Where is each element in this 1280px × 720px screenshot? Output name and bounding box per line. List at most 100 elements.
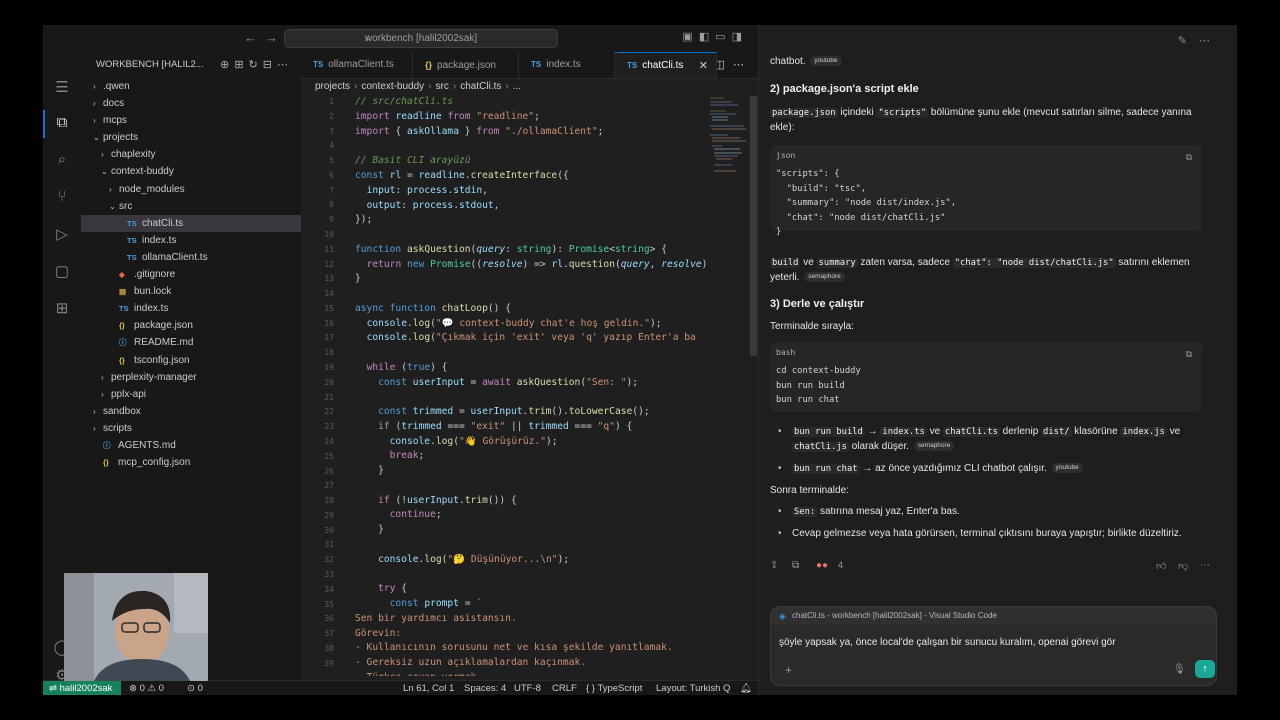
forward-arrow-icon[interactable]: → <box>265 30 278 45</box>
tree-file[interactable]: TS index.ts <box>81 300 301 317</box>
tree-folder[interactable]: › sandbox <box>81 403 301 420</box>
minimap[interactable] <box>710 96 748 176</box>
after-json-a: zaten varsa, sadece <box>857 257 953 268</box>
chevron-right-icon: › <box>505 81 509 92</box>
tree-file[interactable]: TS ollamaClient.ts <box>81 249 301 266</box>
tree-folder[interactable]: › perplexity-manager <box>81 369 301 386</box>
send-button[interactable]: ↑ <box>1195 660 1215 678</box>
attached-context[interactable]: ◈ chatCli.ts - workbench [halil2002sak] … <box>771 607 1216 625</box>
notifications-bell-icon[interactable]: 🔔︎ <box>740 681 752 695</box>
list-item: • Sen: satırına mesaj yaz, Enter'a bas. <box>778 506 960 517</box>
extensions-icon[interactable]: ⊞ <box>52 299 72 319</box>
editor-tab[interactable]: TS index.ts <box>519 52 615 78</box>
copy-icon[interactable]: ⧉ <box>1186 347 1192 362</box>
sources-icon[interactable]: ●● <box>816 560 828 571</box>
editor-scrollbar[interactable] <box>750 96 757 356</box>
tree-item-label: AGENTS.md <box>118 439 176 451</box>
ports-indicator[interactable]: ⊙ 0 <box>187 681 203 695</box>
thumbs-up-icon[interactable]: 👍︎ <box>1156 560 1166 572</box>
more-icon[interactable]: ⋯ <box>1199 35 1222 47</box>
tree-folder[interactable]: › .qwen <box>81 78 301 95</box>
tree-folder[interactable]: ⌄ context-buddy <box>81 163 301 180</box>
inline-code: bun run build <box>792 427 865 437</box>
source-pill[interactable]: youtube <box>1051 463 1083 474</box>
cursor-position[interactable]: Ln 61, Col 1 <box>403 681 454 695</box>
inline-code: index.ts <box>880 427 927 437</box>
webcam-person-image <box>64 573 208 681</box>
tree-file[interactable]: TS chatCli.ts <box>81 214 301 232</box>
tree-folder[interactable]: › mcps <box>81 112 301 129</box>
breadcrumb-item[interactable]: projects <box>315 81 350 92</box>
chat-input-field[interactable]: şöyle yapsak ya, önce local'de çalışan b… <box>779 637 1116 648</box>
tree-file[interactable]: ◆ .gitignore <box>81 266 301 283</box>
tree-folder[interactable]: › docs <box>81 95 301 112</box>
copy-icon[interactable]: ⧉ <box>1186 150 1192 165</box>
share-icon[interactable]: ⇪ <box>770 560 778 571</box>
close-icon[interactable]: ✕ <box>699 53 708 79</box>
tree-folder[interactable]: ⌄ src <box>81 198 301 215</box>
source-pill[interactable]: semaphore <box>804 271 845 282</box>
tree-file[interactable]: {} mcp_config.json <box>81 454 301 471</box>
editor-tab[interactable]: {} package.json <box>413 52 519 78</box>
edit-icon[interactable]: ✎ <box>1178 35 1199 47</box>
remote-explorer-icon[interactable]: ▢ <box>52 262 72 282</box>
encoding[interactable]: UTF-8 <box>514 681 541 695</box>
more-icon[interactable]: ⋯ <box>1200 560 1210 571</box>
microphone-icon[interactable]: 🎙︎ <box>1173 664 1186 675</box>
keyboard-layout[interactable]: Layout: Turkish Q <box>656 681 730 695</box>
explorer-actions[interactable]: ⊕⊞↻⊟⋯ <box>220 52 293 78</box>
tree-file[interactable]: {} tsconfig.json <box>81 352 301 369</box>
tree-file[interactable]: ⓘ AGENTS.md <box>81 437 301 454</box>
tree-folder[interactable]: › pplx-api <box>81 386 301 403</box>
run-debug-icon[interactable]: ▷ <box>52 225 72 245</box>
code-language: bash <box>776 348 796 357</box>
line-number: 34 <box>324 584 334 594</box>
remote-indicator[interactable]: ⇌ halil2002sak <box>43 681 121 695</box>
line-ending[interactable]: CRLF <box>552 681 577 695</box>
thumbs-down-icon[interactable]: 👎︎ <box>1178 560 1188 572</box>
problems-indicator[interactable]: ⊗ 0 ⚠ 0 <box>129 681 164 695</box>
editor-tab[interactable]: TS ollamaClient.ts <box>301 52 413 78</box>
tree-item-label: ollamaClient.ts <box>142 251 208 263</box>
source-pill[interactable]: semaphore <box>913 440 955 451</box>
breadcrumb[interactable]: projects › context-buddy › src › chatCli.ts ›..… <box>315 81 521 92</box>
code-editor[interactable]: 1 2 3 4 5 6 7 8 9 10 11 12 13 14 15 16 17 18 19 20 21 22 23 24 2… <box>301 96 741 676</box>
tree-folder[interactable]: ⌄ projects <box>81 129 301 146</box>
source-control-icon[interactable]: ⑂ <box>52 187 72 207</box>
ports-count: 0 <box>197 683 203 694</box>
breadcrumb-item[interactable]: src <box>436 81 449 92</box>
breadcrumb-item[interactable]: ... <box>513 81 521 92</box>
breadcrumb-item[interactable]: context-buddy <box>361 81 424 92</box>
source-pill[interactable]: youtube <box>810 56 842 67</box>
add-attachment-icon[interactable]: + <box>785 663 792 677</box>
explorer-icon[interactable]: ⧉ <box>52 113 72 133</box>
chat-header-actions[interactable]: ✎⋯ <box>1178 34 1222 47</box>
menu-icon[interactable]: ☰ <box>52 78 72 98</box>
back-arrow-icon[interactable]: ← <box>244 30 257 45</box>
editor-actions[interactable]: ◫⋯ <box>715 58 752 71</box>
sources-count[interactable]: 4 <box>838 560 843 570</box>
tree-file[interactable]: ⓘ README.md <box>81 334 301 351</box>
tree-file[interactable]: {} package.json <box>81 317 301 334</box>
breadcrumb-item[interactable]: chatCli.ts <box>460 81 501 92</box>
tree-folder[interactable]: › scripts <box>81 420 301 437</box>
code-line: } <box>355 273 361 284</box>
tree-folder[interactable]: › node_modules <box>81 181 301 198</box>
line-number: 28 <box>324 496 334 506</box>
search-icon[interactable]: ⌕ <box>52 150 72 170</box>
inline-code: index.js <box>1120 427 1167 437</box>
layout-toggle-icons[interactable]: ▣◧▭◨ <box>682 30 748 43</box>
list-item: • bun run chat → az önce yazdığımız CLI c… <box>778 462 1210 477</box>
line-number: 18 <box>324 348 334 358</box>
inline-code: chatCli.js <box>792 441 849 452</box>
tree-file[interactable]: ▤ bun.lock <box>81 283 301 300</box>
indentation[interactable]: Spaces: 4 <box>464 681 506 695</box>
bullet1-ve: ve <box>926 426 943 437</box>
tree-file[interactable]: TS index.ts <box>81 232 301 249</box>
command-center-search[interactable]: ⌕ workbench [halil2002sak] <box>284 29 558 48</box>
language-mode[interactable]: { } TypeScript <box>586 681 642 695</box>
tree-folder[interactable]: › chaplexity <box>81 146 301 163</box>
editor-tab[interactable]: TS chatCli.ts ✕ <box>615 52 717 78</box>
copy-icon[interactable]: ⧉ <box>792 560 799 571</box>
code-line: }); <box>355 214 373 225</box>
